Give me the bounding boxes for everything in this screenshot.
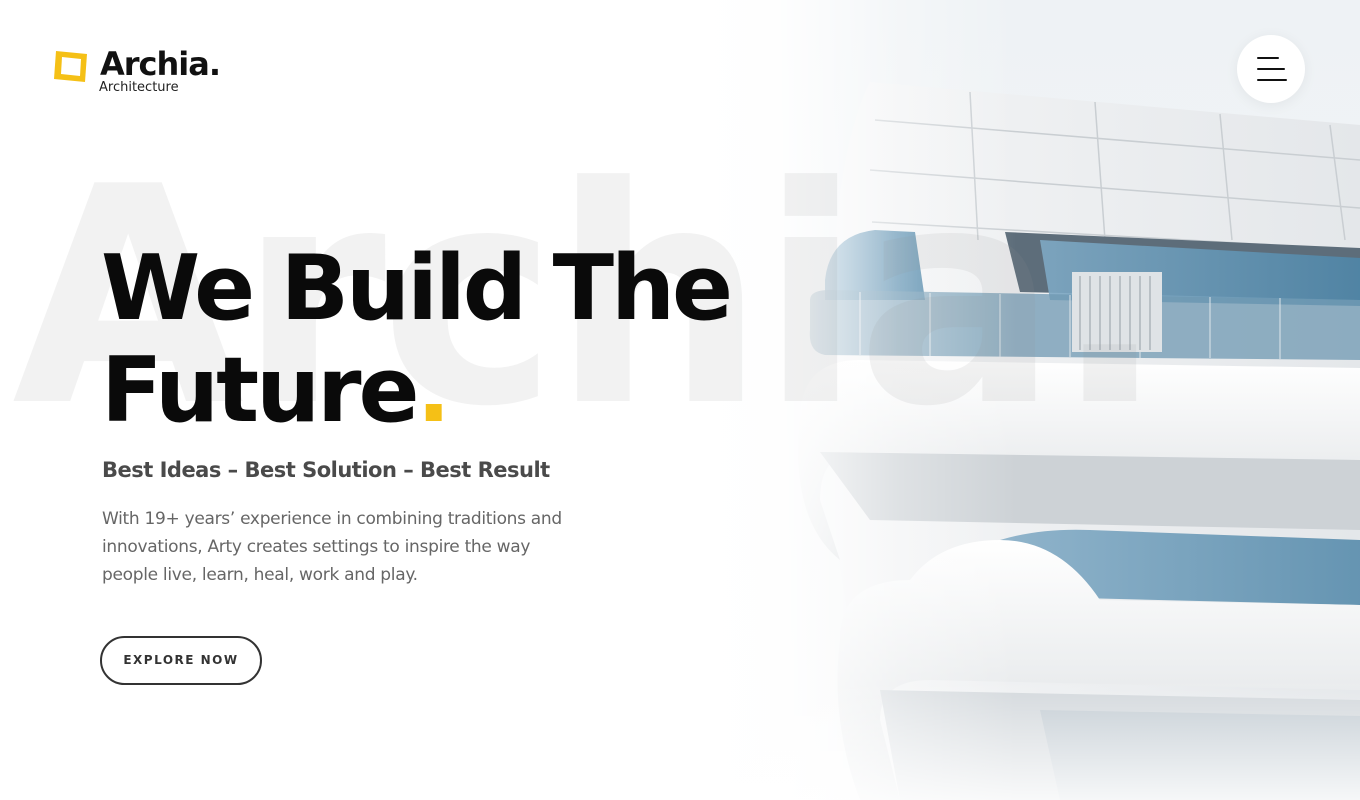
brand-tagline: Architecture <box>99 80 179 95</box>
explore-now-button[interactable]: EXPLORE NOW <box>100 636 262 685</box>
hero-title-dot: . <box>416 338 451 443</box>
menu-button[interactable] <box>1237 35 1305 103</box>
brand-logo[interactable]: Archia. Architecture <box>54 44 234 96</box>
hero-title-line-2: Future <box>101 338 420 443</box>
hero-description: With 19+ years’ experience in combining … <box>102 509 562 585</box>
brand-name: Archia. <box>100 45 221 83</box>
hero-subtitle: Best Ideas – Best Solution – Best Result <box>102 458 550 482</box>
hero-title: We Build The Future. <box>101 236 733 443</box>
tilted-yellow-square-icon <box>54 51 87 82</box>
hero-title-line-1: We Build The <box>101 236 733 341</box>
